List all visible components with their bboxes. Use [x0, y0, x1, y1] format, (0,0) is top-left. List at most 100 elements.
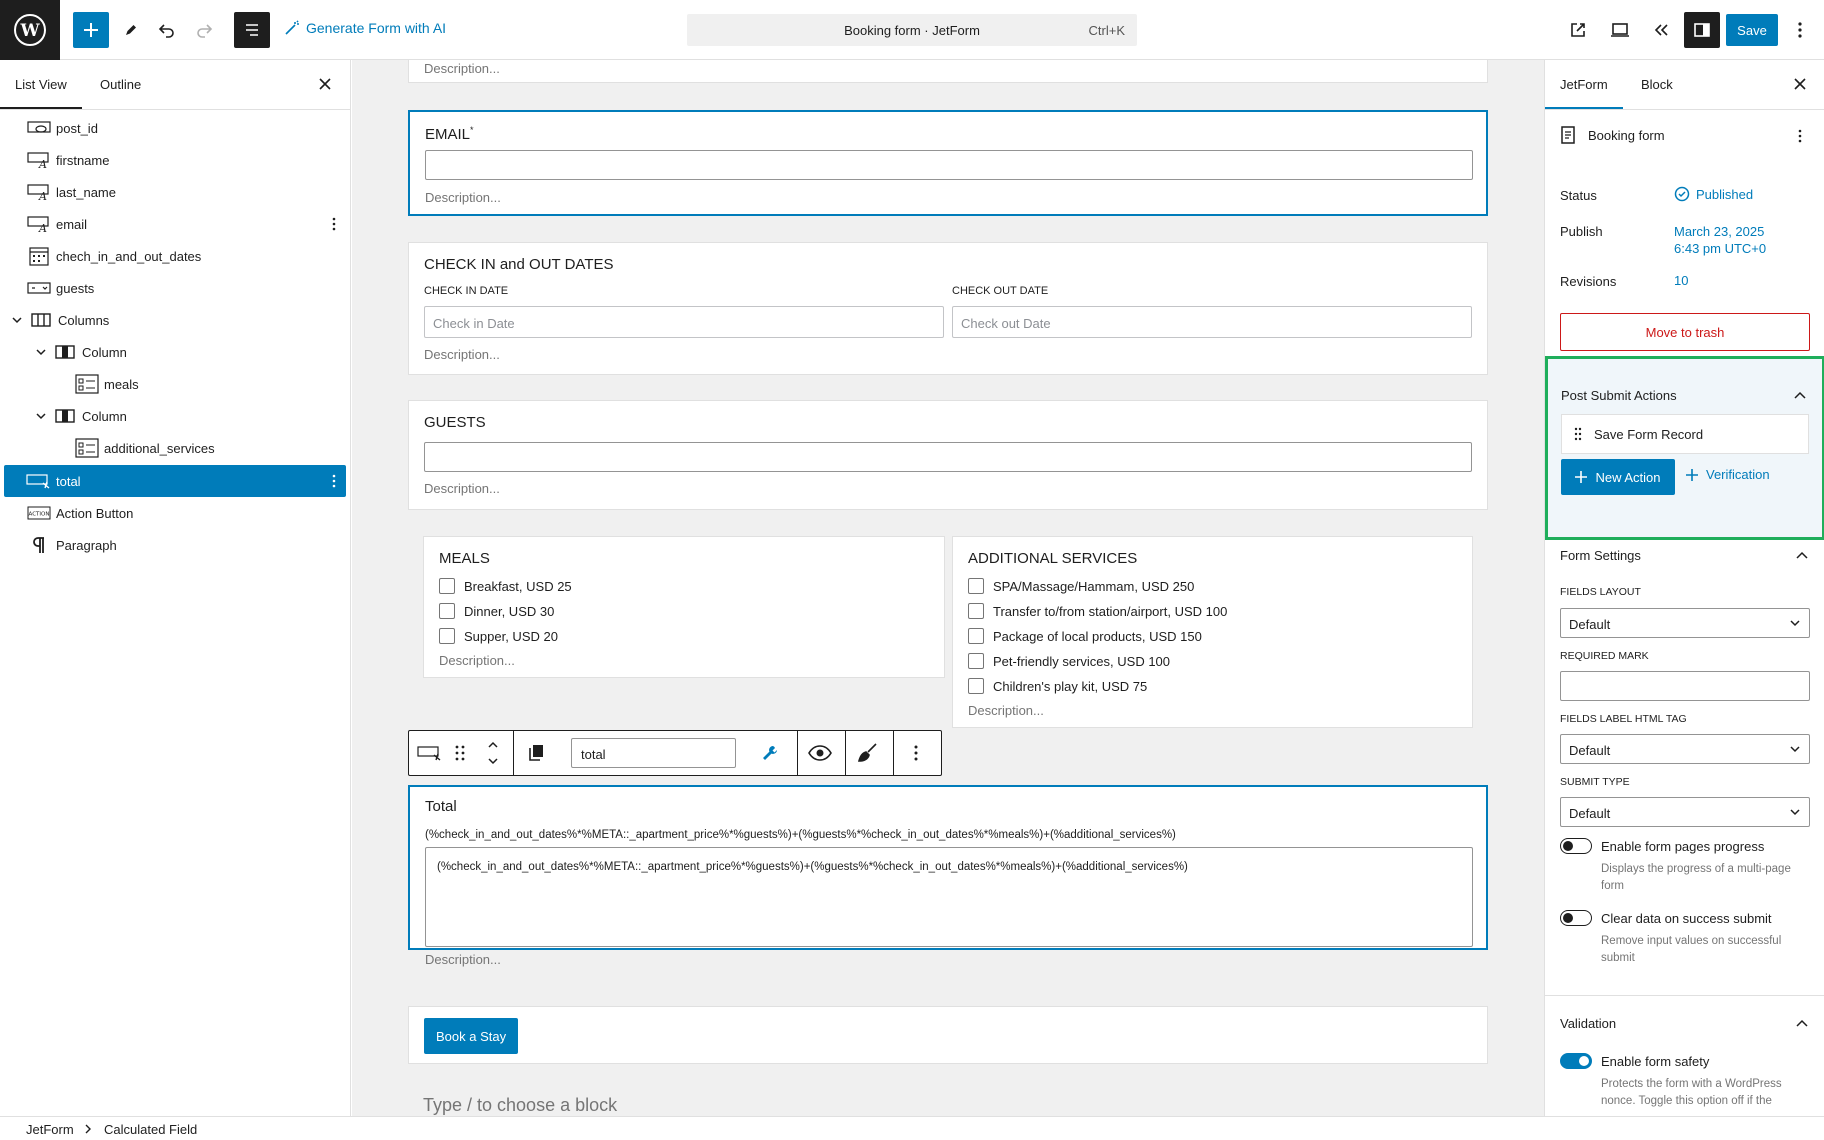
- tab-jetform[interactable]: JetForm: [1545, 77, 1623, 109]
- item-options-icon[interactable]: [332, 474, 336, 488]
- new-action-button[interactable]: New Action: [1561, 459, 1675, 495]
- redo-button[interactable]: [186, 12, 222, 48]
- list-item[interactable]: post_id: [4, 112, 346, 144]
- services-option[interactable]: Children's play kit, USD 75: [968, 678, 1147, 694]
- save-form-record-action[interactable]: Save Form Record: [1561, 414, 1809, 454]
- revisions-value[interactable]: 10: [1674, 273, 1688, 288]
- chevron-up-icon[interactable]: [1793, 390, 1807, 400]
- list-item[interactable]: A firstname: [4, 144, 346, 176]
- eye-icon[interactable]: [808, 745, 832, 761]
- submit-type-select[interactable]: Default: [1560, 797, 1810, 827]
- calculated-field-icon[interactable]: [417, 745, 443, 761]
- block-appender-hint[interactable]: Type / to choose a block: [423, 1095, 617, 1116]
- add-block-button[interactable]: [73, 12, 109, 48]
- action-button-block[interactable]: Book a Stay: [408, 1006, 1488, 1064]
- list-item[interactable]: A email: [4, 208, 346, 240]
- prev-field-card[interactable]: Description...: [408, 60, 1488, 83]
- formula-textarea[interactable]: (%check_in_and_out_dates%*%META::_apartm…: [425, 847, 1473, 947]
- publish-time[interactable]: 6:43 pm UTC+0: [1674, 241, 1766, 256]
- list-item[interactable]: Column: [4, 400, 346, 432]
- drag-handle-icon[interactable]: [1574, 427, 1582, 441]
- list-item[interactable]: Column: [4, 336, 346, 368]
- services-option[interactable]: Transfer to/from station/airport, USD 10…: [968, 603, 1227, 619]
- list-item[interactable]: guests: [4, 272, 346, 304]
- chevron-up-icon[interactable]: [1795, 550, 1809, 560]
- list-item[interactable]: chech_in_and_out_dates: [4, 240, 346, 272]
- breadcrumb-item[interactable]: JetForm: [26, 1122, 74, 1137]
- required-mark-input[interactable]: [1560, 671, 1810, 701]
- brush-icon[interactable]: [856, 742, 878, 764]
- chevron-down-icon[interactable]: [34, 409, 48, 423]
- publish-date[interactable]: March 23, 2025: [1674, 224, 1764, 239]
- breadcrumb-item[interactable]: Calculated Field: [104, 1122, 197, 1137]
- list-item[interactable]: Columns: [4, 304, 346, 336]
- total-field-block[interactable]: Total (%check_in_and_out_dates%*%META::_…: [408, 785, 1488, 967]
- list-item[interactable]: meals: [4, 368, 346, 400]
- view-post-button[interactable]: [1560, 12, 1596, 48]
- wordpress-logo-icon[interactable]: W: [0, 0, 60, 60]
- tab-block[interactable]: Block: [1641, 77, 1673, 92]
- drag-handle-icon[interactable]: [455, 745, 465, 761]
- close-icon[interactable]: [318, 77, 332, 91]
- preview-button[interactable]: [1602, 12, 1638, 48]
- wrench-icon[interactable]: [761, 744, 779, 762]
- meals-option[interactable]: Breakfast, USD 25: [439, 578, 572, 594]
- meals-option[interactable]: Supper, USD 20: [439, 628, 558, 644]
- services-option[interactable]: Package of local products, USD 150: [968, 628, 1202, 644]
- copy-icon[interactable]: [528, 744, 544, 762]
- tab-outline[interactable]: Outline: [100, 77, 141, 92]
- meals-option[interactable]: Dinner, USD 30: [439, 603, 554, 619]
- clear-data-toggle[interactable]: [1560, 910, 1592, 926]
- checkbox[interactable]: [439, 603, 455, 619]
- vertical-ellipsis-icon[interactable]: [1798, 129, 1802, 143]
- check-out-input[interactable]: Check out Date: [952, 306, 1472, 338]
- tools-button[interactable]: [113, 12, 149, 48]
- checkbox[interactable]: [439, 578, 455, 594]
- command-palette-bar[interactable]: Booking form · JetForm Ctrl+K: [687, 14, 1137, 46]
- verification-button[interactable]: Verification: [1686, 467, 1770, 482]
- services-field-block[interactable]: ADDITIONAL SERVICES SPA/Massage/Hammam, …: [952, 536, 1473, 728]
- chevron-up-icon[interactable]: [1795, 1018, 1809, 1028]
- checkbox[interactable]: [968, 678, 984, 694]
- pages-progress-toggle[interactable]: [1560, 838, 1592, 854]
- checkbox[interactable]: [968, 603, 984, 619]
- form-safety-toggle[interactable]: [1560, 1053, 1592, 1069]
- meals-field-block[interactable]: MEALS Breakfast, USD 25 Dinner, USD 30 S…: [423, 536, 945, 678]
- move-to-trash-button[interactable]: Move to trash: [1560, 313, 1810, 351]
- services-option[interactable]: Pet-friendly services, USD 100: [968, 653, 1170, 669]
- status-value[interactable]: Published: [1674, 186, 1753, 202]
- chevron-down-icon[interactable]: [34, 345, 48, 359]
- fields-layout-select[interactable]: Default: [1560, 608, 1810, 638]
- collapse-button[interactable]: [1643, 12, 1679, 48]
- move-up-down-icon[interactable]: [487, 739, 499, 767]
- dates-field-block[interactable]: CHECK IN and OUT DATES CHECK IN DATE Che…: [408, 242, 1488, 375]
- post-submit-actions-title[interactable]: Post Submit Actions: [1561, 388, 1677, 403]
- list-item[interactable]: Paragraph: [4, 529, 346, 561]
- field-name-input[interactable]: total: [571, 738, 736, 768]
- guests-field-block[interactable]: GUESTS Description...: [408, 400, 1488, 510]
- options-menu-button[interactable]: [1782, 12, 1818, 48]
- guests-input[interactable]: [424, 442, 1472, 472]
- save-button[interactable]: Save: [1726, 14, 1778, 46]
- list-item-selected[interactable]: total: [4, 465, 346, 497]
- checkbox[interactable]: [968, 653, 984, 669]
- list-item[interactable]: A last_name: [4, 176, 346, 208]
- document-overview-button[interactable]: [234, 12, 270, 48]
- chevron-down-icon[interactable]: [10, 313, 24, 327]
- label-tag-select[interactable]: Default: [1560, 734, 1810, 764]
- services-option[interactable]: SPA/Massage/Hammam, USD 250: [968, 578, 1194, 594]
- undo-button[interactable]: [149, 12, 185, 48]
- checkbox[interactable]: [439, 628, 455, 644]
- list-item[interactable]: ACTION Action Button: [4, 497, 346, 529]
- item-options-icon[interactable]: [332, 217, 336, 231]
- vertical-ellipsis-icon[interactable]: [914, 745, 918, 761]
- generate-form-ai-button[interactable]: Generate Form with AI: [284, 20, 446, 36]
- email-input[interactable]: [425, 150, 1473, 180]
- validation-title[interactable]: Validation: [1560, 1016, 1616, 1031]
- book-stay-button[interactable]: Book a Stay: [424, 1018, 519, 1054]
- checkbox[interactable]: [968, 578, 984, 594]
- tab-list-view[interactable]: List View: [0, 77, 82, 109]
- check-in-input[interactable]: Check in Date: [424, 306, 944, 338]
- checkbox[interactable]: [968, 628, 984, 644]
- email-field-block[interactable]: EMAIL* Description...: [408, 110, 1488, 216]
